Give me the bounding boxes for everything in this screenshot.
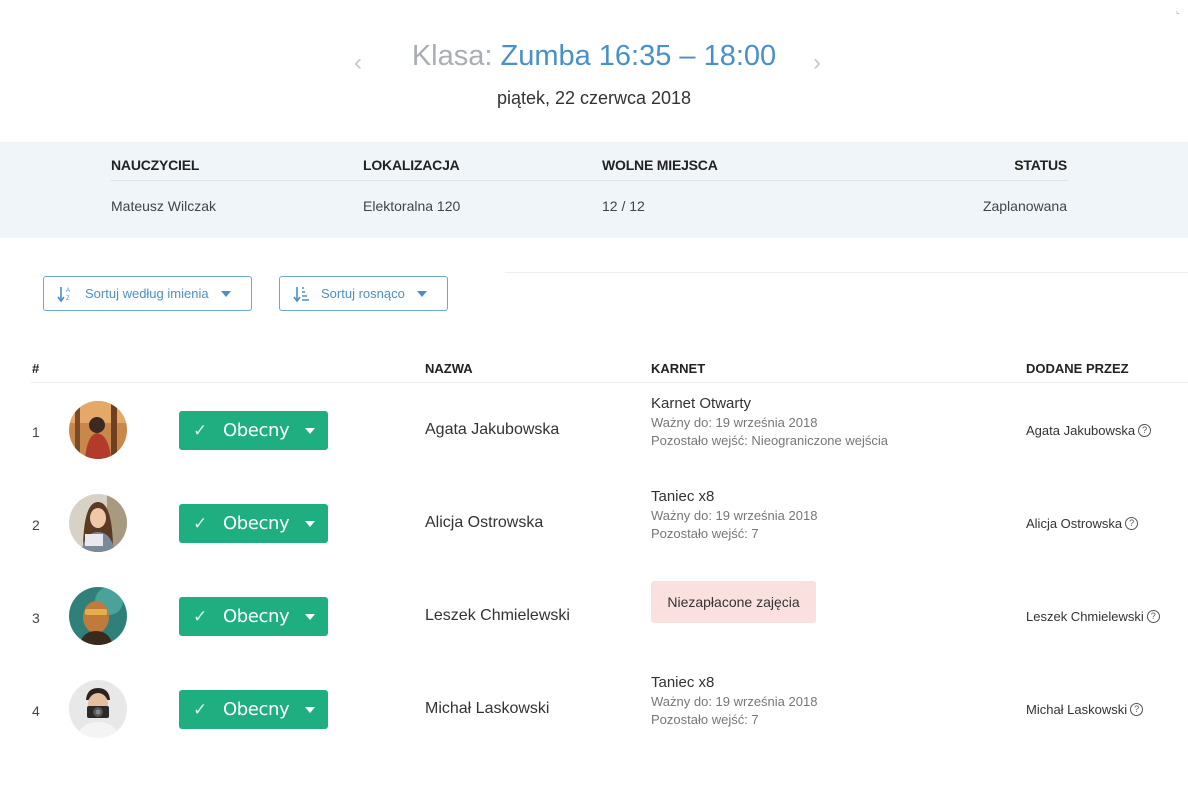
sort-alpha-icon: A Z <box>57 286 70 302</box>
row-number: 4 <box>32 703 40 719</box>
check-icon: ✓ <box>193 606 208 626</box>
svg-text:Z: Z <box>66 296 70 302</box>
question-circle-icon[interactable]: ? <box>1125 517 1139 530</box>
row-number: 3 <box>32 610 40 626</box>
status-value: Zaplanowana <box>982 198 1067 214</box>
avatar[interactable] <box>69 401 127 459</box>
participant-name[interactable]: Michał Laskowski <box>425 700 549 718</box>
row-number: 2 <box>32 517 40 533</box>
added-by: Michał Laskowski ? <box>1026 702 1144 717</box>
attendance-label: Obecny <box>223 513 290 534</box>
question-circle-icon[interactable]: ? <box>1138 424 1152 437</box>
check-icon: ✓ <box>193 513 208 533</box>
chevron-right-icon[interactable]: › <box>813 49 821 77</box>
status-label: STATUS <box>1014 157 1067 173</box>
class-header: ‹ Klasa: Zumba 16:35 – 18:00 › piątek, 2… <box>0 38 1188 118</box>
added-by-name: Michał Laskowski <box>1026 702 1128 717</box>
teacher-value: Mateusz Wilczak <box>111 198 217 214</box>
avatar[interactable] <box>69 680 127 738</box>
row-number: 1 <box>32 424 40 440</box>
table-row: 2 ✓ Obecny Alicja Ostrowska Taniec x8 Wa… <box>0 488 1188 584</box>
participant-name[interactable]: Alicja Ostrowska <box>425 514 543 532</box>
pass-valid-until: Ważny do: 19 września 2018 <box>651 508 818 523</box>
added-by-name: Alicja Ostrowska <box>1026 516 1123 531</box>
info-spots: WOLNE MIEJSCA 12 / 12 <box>602 157 718 214</box>
attendance-label: Obecny <box>223 699 290 720</box>
pass-remaining: Pozostało wejść: 7 <box>651 712 759 727</box>
table-row: 4 ✓ Obecny Michał Laskowski Taniec x8 Wa… <box>0 674 1188 770</box>
class-date: piątek, 22 czerwca 2018 <box>496 88 692 108</box>
title-prefix: Klasa: <box>411 40 493 72</box>
caret-down-icon <box>305 428 315 434</box>
added-by: Alicja Ostrowska ? <box>1026 516 1139 531</box>
caret-down-icon <box>305 707 315 713</box>
header-divider <box>30 382 1188 383</box>
check-icon: ✓ <box>193 420 208 440</box>
col-header-num: # <box>32 361 40 376</box>
sort-direction-label: Sortuj rosnąco <box>321 286 405 301</box>
caret-down-icon <box>305 521 315 527</box>
spots-value: 12 / 12 <box>602 198 645 214</box>
col-header-pass[interactable]: KARNET <box>651 361 705 376</box>
attendance-label: Obecny <box>223 420 290 441</box>
sort-by-name-dropdown[interactable]: A Z Sortuj według imienia <box>43 276 252 311</box>
attendance-label: Obecny <box>223 606 290 627</box>
info-status: STATUS Zaplanowana <box>983 157 1067 214</box>
table-row: 3 ✓ Obecny Leszek Chmielewski Niezapłaco… <box>0 581 1188 677</box>
attendance-dropdown[interactable]: ✓ Obecny <box>179 411 328 450</box>
pass-remaining: Pozostało wejść: Nieograniczone wejścia <box>651 433 889 448</box>
caret-down-icon <box>416 290 427 297</box>
pass-info: Taniec x8 Ważny do: 19 września 2018 Poz… <box>651 674 817 727</box>
participant-name[interactable]: Agata Jakubowska <box>425 421 559 439</box>
location-value: Elektoralna 120 <box>363 198 461 214</box>
info-teacher: NAUCZYCIEL Mateusz Wilczak <box>111 157 216 214</box>
info-location: LOKALIZACJA Elektoralna 120 <box>363 157 460 214</box>
pass-name: Taniec x8 <box>651 488 715 505</box>
question-circle-icon[interactable]: ? <box>1130 703 1144 716</box>
pass-info: Karnet Otwarty Ważny do: 19 września 201… <box>651 395 888 448</box>
info-divider <box>110 180 1068 181</box>
caret-down-icon <box>305 614 315 620</box>
avatar[interactable] <box>69 587 127 645</box>
col-header-added-by[interactable]: DODANE PRZEZ <box>1026 361 1129 376</box>
avatar[interactable] <box>69 494 127 552</box>
sort-direction-dropdown[interactable]: Sortuj rosnąco <box>279 276 448 311</box>
added-by: Leszek Chmielewski ? <box>1026 609 1160 624</box>
pass-name: Taniec x8 <box>651 674 715 691</box>
attendance-dropdown[interactable]: ✓ Obecny <box>179 504 328 543</box>
divider <box>505 272 1188 273</box>
attendance-dropdown[interactable]: ✓ Obecny <box>179 690 328 729</box>
spots-label: WOLNE MIEJSCA <box>602 157 718 173</box>
check-icon: ✓ <box>193 699 208 719</box>
pass-name: Karnet Otwarty <box>651 395 752 412</box>
added-by: Agata Jakubowska ? <box>1026 423 1152 438</box>
col-header-name[interactable]: NAZWA <box>425 361 473 376</box>
unpaid-badge[interactable]: Niezapłacone zajęcia <box>651 581 816 623</box>
pass-remaining: Pozostało wejść: 7 <box>651 526 759 541</box>
class-name: Zumba 16:35 – 18:00 <box>500 40 777 72</box>
participant-name[interactable]: Leszek Chmielewski <box>425 607 570 625</box>
pass-valid-until: Ważny do: 19 września 2018 <box>651 694 818 709</box>
sort-by-name-label: Sortuj według imienia <box>85 286 209 301</box>
added-by-name: Agata Jakubowska <box>1026 423 1136 438</box>
sort-ascending-icon <box>293 286 309 302</box>
caret-down-icon <box>220 290 231 297</box>
pass-valid-until: Ważny do: 19 września 2018 <box>651 415 818 430</box>
table-row: 1 ✓ Obecny Agata Jakubowska Karnet Otwar… <box>0 395 1188 491</box>
added-by-name: Leszek Chmielewski <box>1026 609 1144 624</box>
teacher-label: NAUCZYCIEL <box>111 157 200 173</box>
location-label: LOKALIZACJA <box>363 157 460 173</box>
pass-info: Taniec x8 Ważny do: 19 września 2018 Poz… <box>651 488 817 541</box>
question-circle-icon[interactable]: ? <box>1146 610 1160 623</box>
class-info-panel: NAUCZYCIEL Mateusz Wilczak LOKALIZACJA E… <box>0 142 1188 238</box>
attendance-dropdown[interactable]: ✓ Obecny <box>179 597 328 636</box>
corner-resize-icon: ⌞ <box>1176 6 1180 15</box>
page-title: Klasa: Zumba 16:35 – 18:00 <box>0 40 1188 73</box>
svg-text:A: A <box>66 288 70 294</box>
